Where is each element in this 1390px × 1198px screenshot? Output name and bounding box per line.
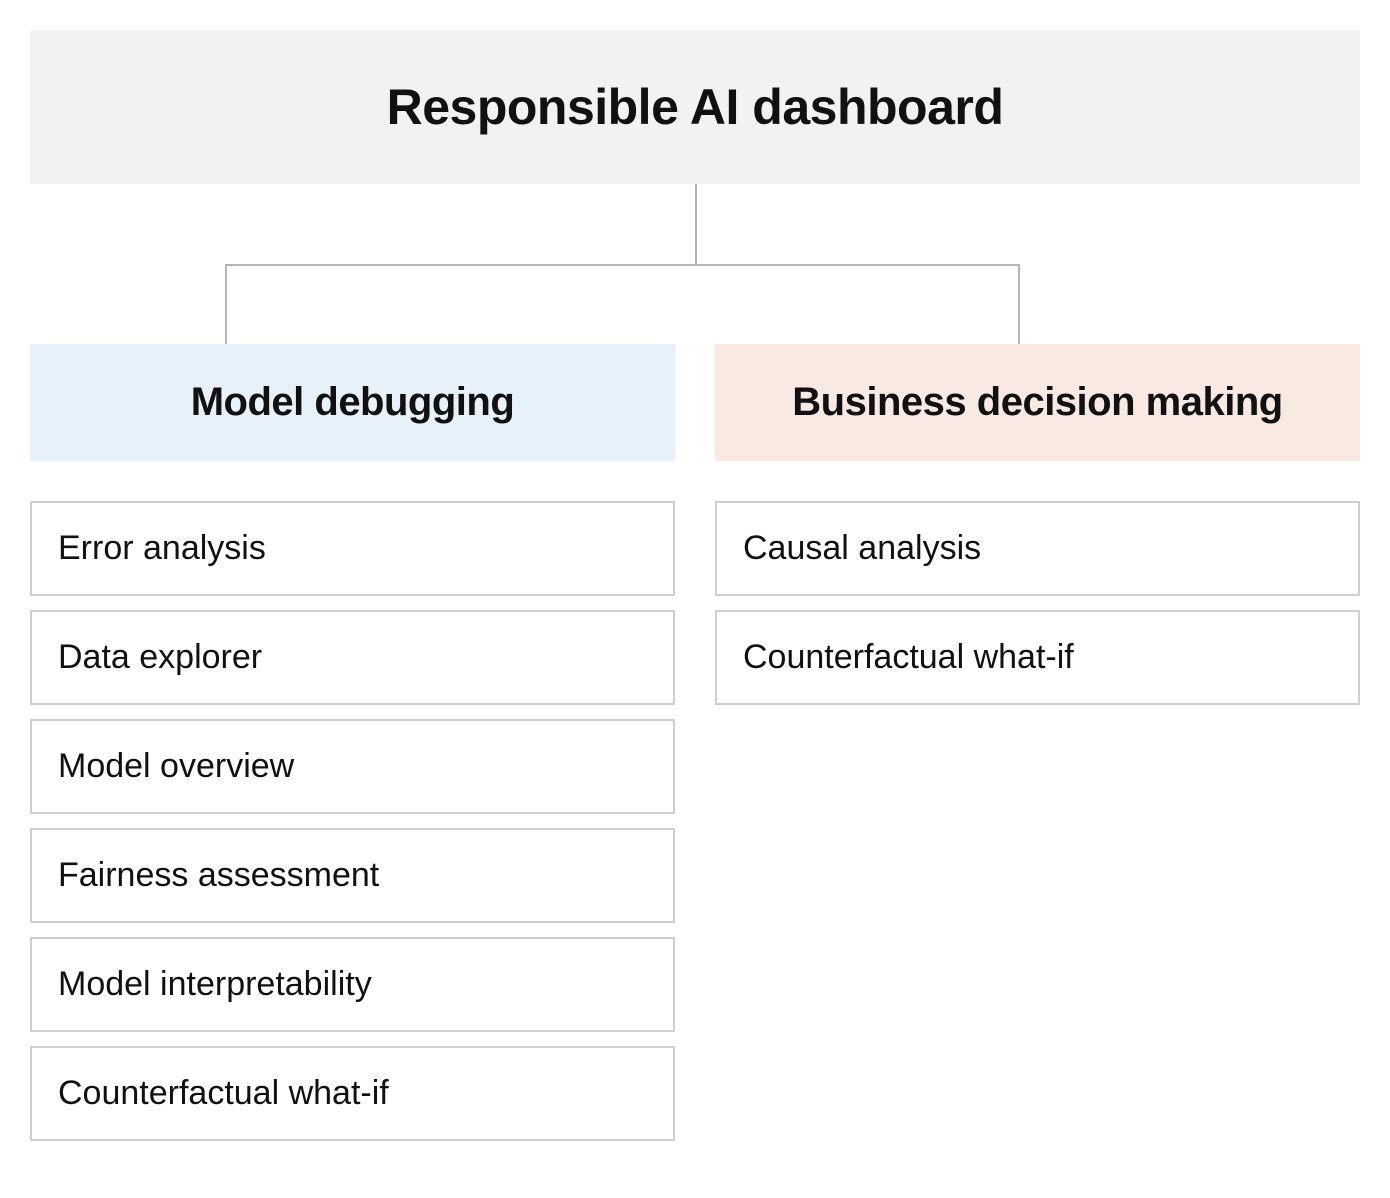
item-label: Model interpretability: [58, 965, 372, 1003]
list-item: Error analysis: [30, 501, 675, 596]
branch-left-items: Error analysis Data explorer Model overv…: [30, 501, 675, 1141]
list-item: Causal analysis: [715, 501, 1360, 596]
item-label: Counterfactual what-if: [743, 638, 1074, 676]
connector-vertical-left: [225, 264, 227, 344]
list-item: Fairness assessment: [30, 828, 675, 923]
branch-right: Business decision making Causal analysis…: [715, 344, 1360, 705]
branch-right-title: Business decision making: [792, 380, 1282, 424]
diagram-root: Responsible AI dashboard Model debugging…: [30, 30, 1360, 1141]
list-item: Model overview: [30, 719, 675, 814]
list-item: Data explorer: [30, 610, 675, 705]
item-label: Data explorer: [58, 638, 262, 676]
branch-left-title: Model debugging: [191, 380, 515, 424]
item-label: Fairness assessment: [58, 856, 379, 894]
branch-left-title-box: Model debugging: [30, 344, 675, 461]
list-item: Counterfactual what-if: [30, 1046, 675, 1141]
root-node: Responsible AI dashboard: [30, 30, 1360, 184]
branches-row: Model debugging Error analysis Data expl…: [30, 344, 1360, 1141]
branch-left: Model debugging Error analysis Data expl…: [30, 344, 675, 1141]
list-item: Counterfactual what-if: [715, 610, 1360, 705]
list-item: Model interpretability: [30, 937, 675, 1032]
item-label: Model overview: [58, 747, 294, 785]
item-label: Counterfactual what-if: [58, 1074, 389, 1112]
root-title: Responsible AI dashboard: [387, 79, 1004, 135]
item-label: Error analysis: [58, 529, 266, 567]
item-label: Causal analysis: [743, 529, 981, 567]
connector-lines: [30, 184, 1360, 344]
branch-right-title-box: Business decision making: [715, 344, 1360, 461]
connector-vertical-right: [1018, 264, 1020, 344]
branch-right-items: Causal analysis Counterfactual what-if: [715, 501, 1360, 705]
connector-vertical-root: [695, 184, 697, 264]
connector-horizontal: [225, 264, 1020, 266]
